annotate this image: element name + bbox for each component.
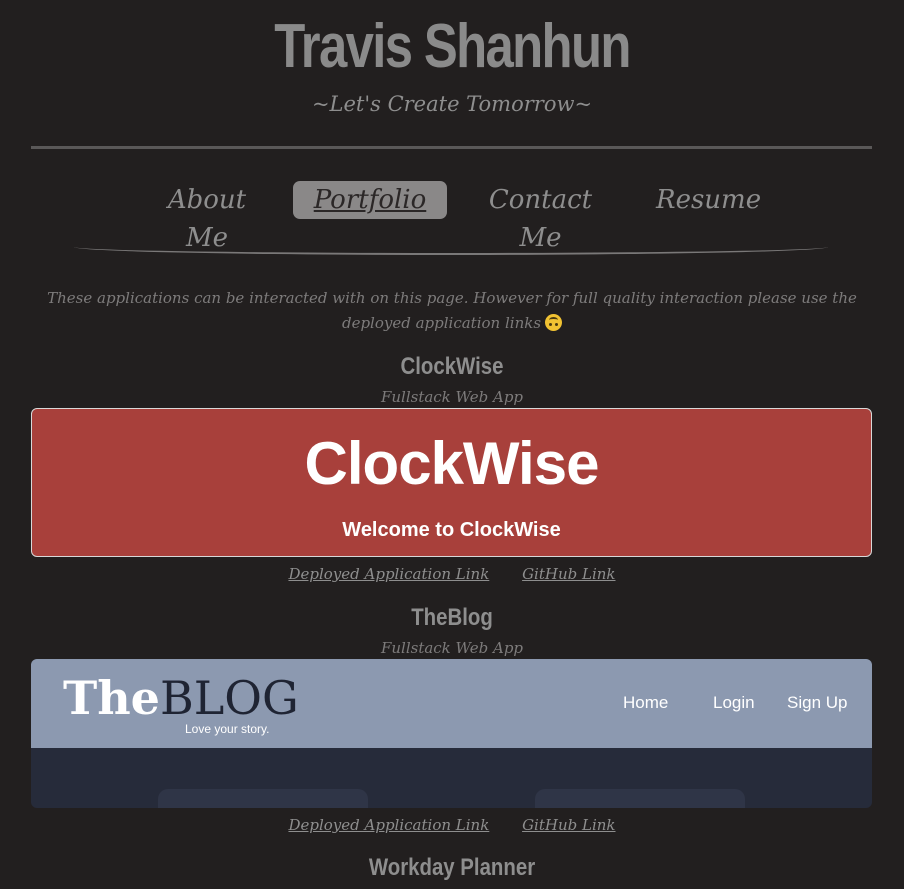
project-subtitle-clockwise: Fullstack Web App <box>380 388 524 406</box>
theblog-tagline: Love your story. <box>185 722 270 736</box>
clockwise-links: Deployed Application Link GitHub Link <box>0 565 904 583</box>
nav-about-me[interactable]: About Me <box>146 181 268 253</box>
clockwise-deployed-link[interactable]: Deployed Application Link <box>288 565 489 583</box>
upside-down-face-icon <box>545 314 563 331</box>
clockwise-logo: ClockWise <box>304 430 600 497</box>
nav-resume[interactable]: Resume <box>656 181 761 219</box>
clockwise-welcome-text: Welcome to ClockWise <box>342 519 561 541</box>
theblog-deployed-link[interactable]: Deployed Application Link <box>288 816 489 834</box>
theblog-card <box>535 789 745 808</box>
intro-text-block: These applications can be interacted wit… <box>40 286 864 336</box>
project-title-clockwise: ClockWise <box>400 353 504 380</box>
project-title-theblog: TheBlog <box>411 604 493 631</box>
theblog-links: Deployed Application Link GitHub Link <box>0 816 904 834</box>
theblog-nav-home[interactable]: Home <box>623 693 668 713</box>
theblog-logo-the: The <box>63 671 160 725</box>
theblog-card <box>158 789 368 808</box>
project-subtitle-theblog: Fullstack Web App <box>380 639 524 657</box>
clockwise-github-link[interactable]: GitHub Link <box>522 565 615 583</box>
header-divider <box>31 146 872 149</box>
theblog-github-link[interactable]: GitHub Link <box>522 816 615 834</box>
theblog-nav-signup[interactable]: Sign Up <box>787 693 847 713</box>
theblog-nav-login[interactable]: Login <box>713 693 755 713</box>
project-title-workday-planner: Workday Planner <box>368 854 536 881</box>
nav-portfolio[interactable]: Portfolio <box>293 181 447 219</box>
intro-text: These applications can be interacted wit… <box>47 289 857 332</box>
clockwise-preview-frame[interactable]: ClockWise Welcome to ClockWise <box>31 408 872 557</box>
theblog-preview-frame[interactable]: TheBLOG Love your story. Home Login Sign… <box>31 659 872 808</box>
main-nav: About Me Portfolio Contact Me Resume <box>0 181 904 253</box>
site-title: Travis Shanhun <box>274 12 631 81</box>
theblog-header: TheBLOG Love your story. Home Login Sign… <box>31 659 872 748</box>
theblog-logo: TheBLOG <box>63 669 299 727</box>
site-tagline: ~Let's Create Tomorrow~ <box>311 92 593 116</box>
nav-contact-me[interactable]: Contact Me <box>468 181 613 253</box>
theblog-logo-blog: BLOG <box>159 671 299 725</box>
